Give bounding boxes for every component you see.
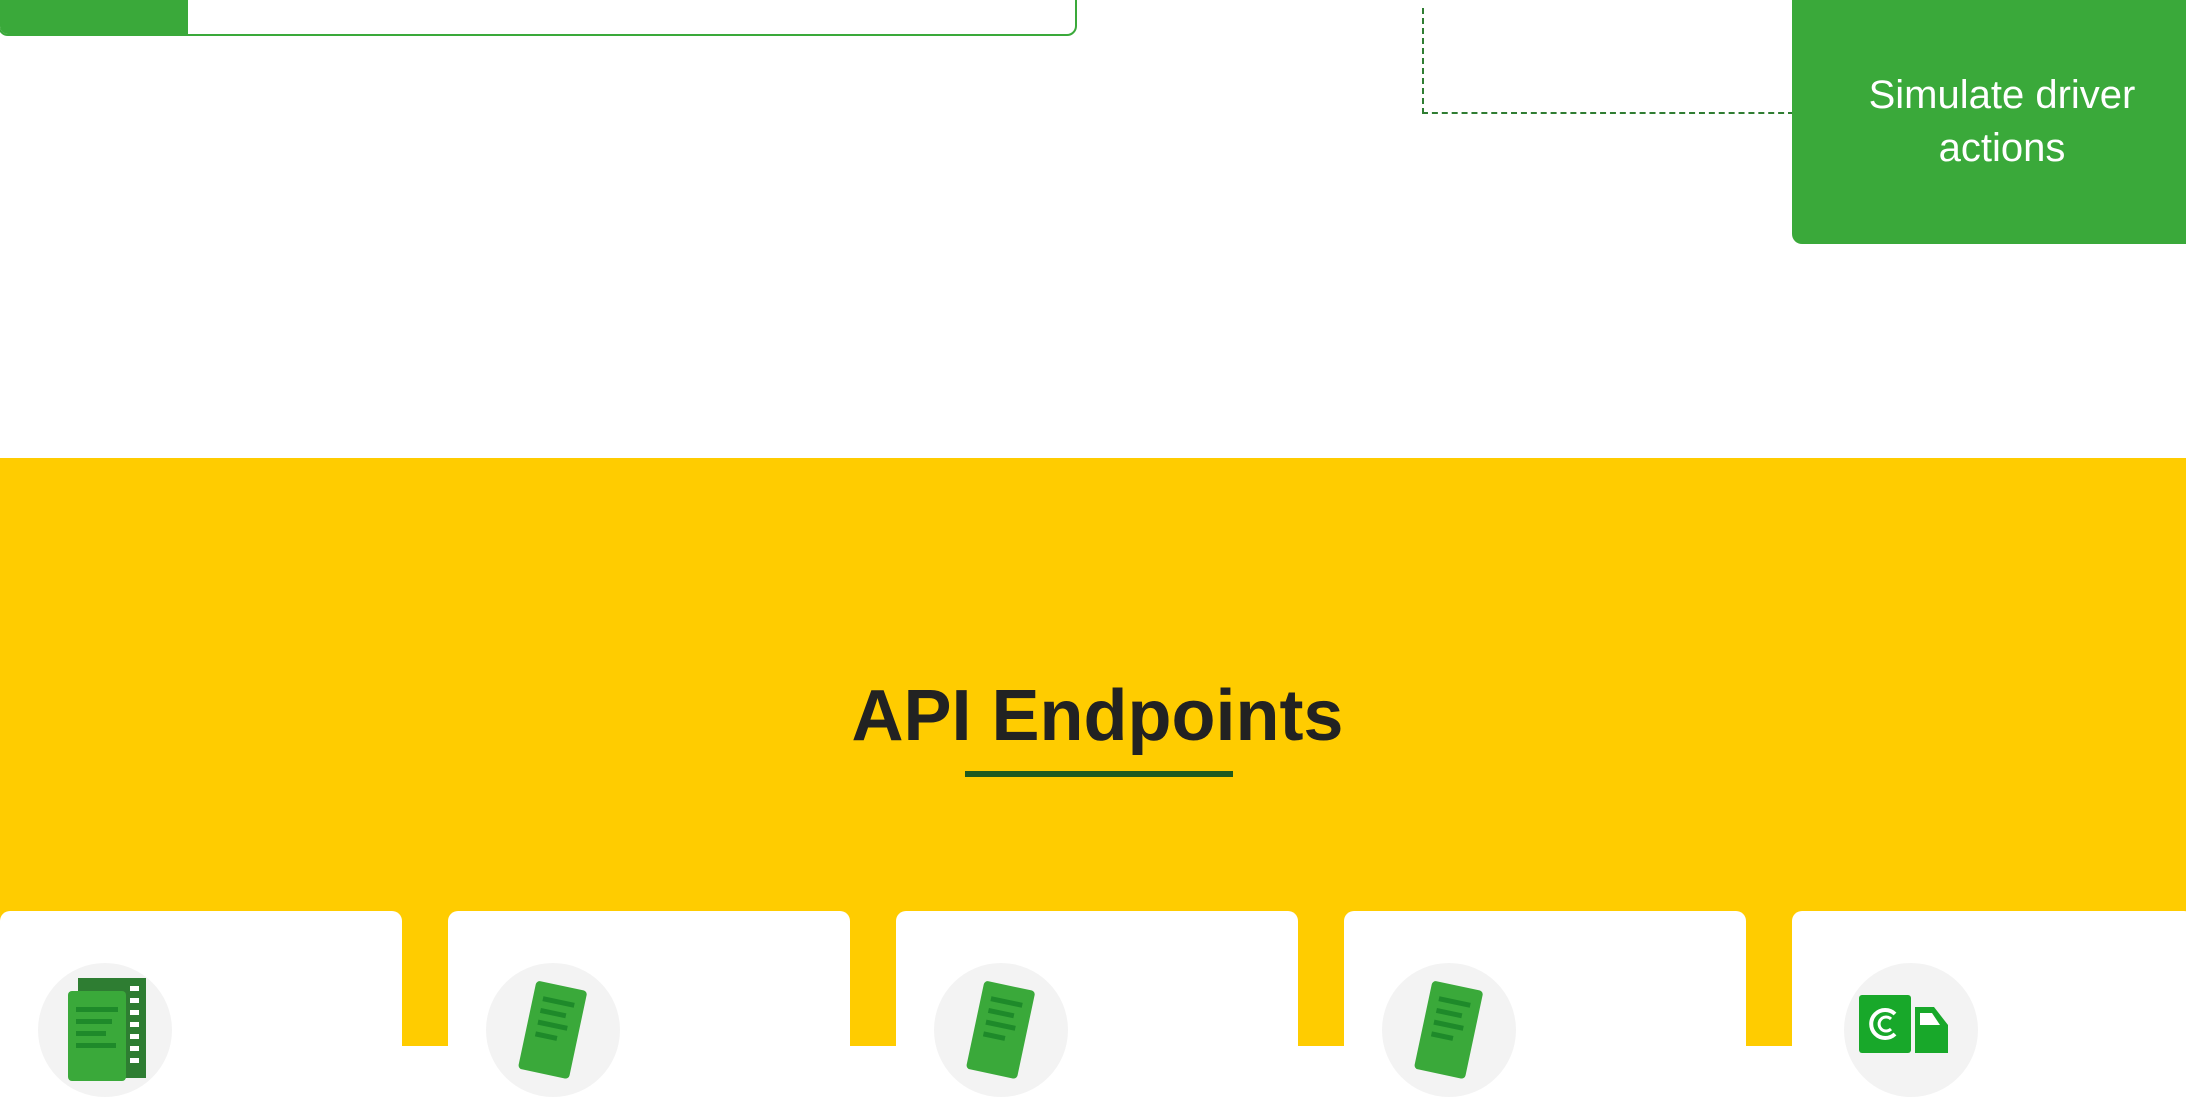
endpoint-card[interactable] — [448, 911, 850, 1097]
document-icon — [1382, 963, 1516, 1097]
documents-stack-icon — [38, 963, 172, 1097]
endpoint-card[interactable] — [1792, 911, 2186, 1097]
api-endpoints-section: API Endpoints — [0, 458, 2186, 1097]
document-icon — [934, 963, 1068, 1097]
endpoint-card[interactable] — [1344, 911, 1746, 1097]
section-title: API Endpoints — [851, 676, 1344, 756]
title-underline — [965, 771, 1233, 777]
dashed-connector-line — [1422, 8, 1794, 114]
simulate-driver-actions-label: Simulate driver actions — [1868, 73, 2136, 170]
top-panel-accent — [0, 0, 188, 34]
endpoint-card[interactable] — [896, 911, 1298, 1097]
delivery-truck-icon — [1844, 963, 1978, 1097]
endpoint-card[interactable] — [0, 911, 402, 1097]
document-icon — [486, 963, 620, 1097]
top-panel-box — [0, 0, 1077, 36]
simulate-driver-actions-card: Simulate driver actions — [1792, 0, 2186, 244]
